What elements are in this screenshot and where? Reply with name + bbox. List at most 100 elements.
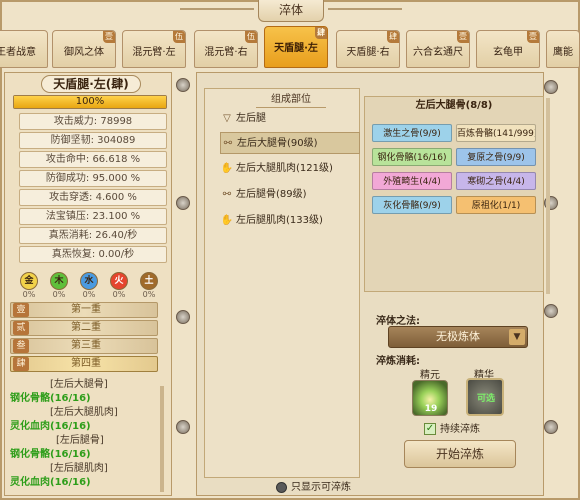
tab-5[interactable]: 天盾腿·右 肆 (336, 30, 400, 68)
bone-traits-title: 左后大腿骨(8/8) (415, 100, 493, 111)
decor-knob (176, 196, 190, 210)
level-4-active[interactable]: 肆 第四重 (10, 356, 158, 372)
element-pct: 0% (82, 290, 96, 299)
decor-knob (544, 304, 558, 318)
level-1[interactable]: 壹 第一重 (10, 302, 158, 318)
tab-7[interactable]: 玄龟甲壹 (476, 30, 540, 68)
stat-qi-recovery: 真炁恢复: 0.00/秒 (19, 246, 167, 263)
element-pct: 0% (52, 290, 66, 299)
log-scrollbar[interactable] (160, 386, 164, 492)
level-badge: 壹 (13, 303, 29, 317)
stat-attack-power: 攻击威力: 78998 (19, 113, 167, 130)
tab-1[interactable]: 御风之体 壹 (52, 30, 116, 68)
triangle-down-icon: ▽ (223, 113, 231, 124)
bone-trait[interactable]: 激生之骨(9/9) (372, 124, 452, 142)
leg-title: 天盾腿·左(肆) (41, 75, 141, 93)
continue-label: 持续淬炼 (440, 424, 480, 435)
radio-icon[interactable] (276, 481, 287, 493)
metal-element-icon: 金 (20, 272, 38, 290)
bone-trait[interactable]: 灰化骨骼(9/9) (372, 196, 452, 214)
cost-label: 淬炼消耗: (376, 356, 420, 367)
part-label: 左后大腿骨(90级) (237, 138, 318, 149)
continue-refine-option[interactable]: ✓ 持续淬炼 (424, 420, 480, 435)
part-label: 左后大腿肌肉(121级) (236, 163, 333, 174)
resource-name: 精元 (420, 370, 440, 381)
tab-badge: 壹 (527, 31, 539, 43)
level-badge: 叁 (13, 339, 29, 353)
level-3[interactable]: 叁 第三重 (10, 338, 158, 354)
tab-label: 混元臂·右 (204, 47, 248, 58)
bone-trait[interactable]: 钢化骨骼(16/16) (372, 148, 452, 166)
method-label: 淬体之法: (376, 316, 420, 327)
log-line: 钢化骨骼(16/16) (10, 449, 91, 460)
stat-qi-consumption: 真炁消耗: 26.40/秒 (19, 227, 167, 244)
element-pct: 0% (142, 290, 156, 299)
quintessence-slot[interactable]: 可选 (466, 378, 504, 416)
log-line: [左后腿骨] (56, 435, 104, 446)
refine-log: [左后大腿骨] 钢化骨骼(16/16) [左后大腿肌肉] 灵化血肉(16/16)… (10, 374, 160, 494)
tab-8[interactable]: 鹰能 (546, 30, 580, 68)
earth-element-icon: 土 (140, 272, 158, 290)
log-line: 灵化血肉(16/16) (10, 477, 91, 488)
tab-bar: 王者战意 御风之体 壹 混元臂·左 伍 混元臂·右 伍 天盾腿·左 肆 天盾腿·右 肆 六… (0, 26, 580, 70)
tab-4-active[interactable]: 天盾腿·左 肆 (264, 26, 328, 68)
decor-knob (176, 420, 190, 434)
tab-badge: 肆 (387, 31, 399, 43)
tab-2[interactable]: 混元臂·左 伍 (122, 30, 186, 68)
level-badge: 肆 (13, 357, 29, 371)
bone-icon: ⚯ (223, 138, 233, 149)
level-2[interactable]: 贰 第二重 (10, 320, 158, 336)
title-ornament-left (180, 8, 254, 10)
bone-traits-scrollbar[interactable] (546, 98, 550, 294)
tab-label: 天盾腿·左 (274, 43, 318, 54)
checkmark-icon[interactable]: ✓ (424, 423, 436, 435)
part-item[interactable]: ✋ 左后腿肌肉(133级) (220, 210, 360, 232)
tab-label: 六合玄通尺 (413, 47, 463, 58)
bone-trait[interactable]: 寒砌之骨(4/4) (456, 172, 536, 190)
log-line: [左后腿肌肉] (50, 463, 108, 474)
tab-badge: 壹 (457, 31, 469, 43)
show-only-label: 只显示可淬炼 (291, 482, 351, 493)
log-line: [左后大腿骨] (50, 379, 108, 390)
part-item[interactable]: ✋ 左后大腿肌肉(121级) (220, 158, 360, 180)
level-name: 第三重 (71, 340, 101, 351)
tab-label: 玄龟甲 (493, 47, 523, 58)
part-item[interactable]: ⚯ 左后大腿骨(90级) (220, 132, 360, 154)
bone-trait[interactable]: 百炼骨骼(141/999) (456, 124, 536, 142)
decor-knob (176, 310, 190, 324)
part-label: 左后腿骨(89级) (236, 189, 307, 200)
tab-label: 混元臂·左 (132, 47, 176, 58)
muscle-icon: ✋ (220, 215, 234, 226)
bone-trait[interactable]: 外殖畸生(4/4) (372, 172, 452, 190)
level-name: 第二重 (71, 322, 101, 333)
bone-trait[interactable]: 原祖化(1/1) (456, 196, 536, 214)
element-pct: 0% (112, 290, 126, 299)
method-dropdown[interactable]: 无极炼体 ▼ (388, 326, 528, 348)
water-element-icon: 水 (80, 272, 98, 290)
start-refine-button[interactable]: 开始淬炼 (404, 440, 516, 468)
tab-3[interactable]: 混元臂·右 伍 (194, 30, 258, 68)
element-row: 金 0% 木 0% 水 0% 火 0% 土 0% (14, 272, 162, 300)
progress-bar: 100% (13, 95, 167, 109)
level-list: 壹 第一重 贰 第二重 叁 第三重 肆 第四重 (10, 300, 162, 372)
part-item[interactable]: ⚯ 左后腿骨(89级) (220, 184, 360, 206)
parts-root[interactable]: ▽ 左后腿 (220, 108, 360, 130)
tab-label: 天盾腿·右 (346, 47, 390, 58)
stat-defense-success: 防御成功: 95.000 % (19, 170, 167, 187)
resource-count: 可选 (476, 394, 495, 404)
chevron-down-icon: ▼ (509, 329, 525, 345)
show-only-refinable[interactable]: 只显示可淬炼 (276, 478, 351, 493)
tab-6[interactable]: 六合玄通尺 壹 (406, 30, 470, 68)
stat-hit-rate: 攻击命中: 66.618 % (19, 151, 167, 168)
tab-0[interactable]: 王者战意 (0, 30, 48, 68)
parts-root-label: 左后腿 (236, 113, 266, 124)
tab-label: 御风之体 (64, 47, 104, 58)
tab-label: 王者战意 (0, 47, 36, 58)
bone-trait[interactable]: 复原之骨(9/9) (456, 148, 536, 166)
level-badge: 贰 (13, 321, 29, 335)
method-selected: 无极炼体 (436, 330, 480, 343)
level-name: 第四重 (71, 358, 101, 369)
essence-slot[interactable]: 19 (412, 380, 448, 416)
wood-element-icon: 木 (50, 272, 68, 290)
tab-label: 鹰能 (553, 47, 573, 58)
